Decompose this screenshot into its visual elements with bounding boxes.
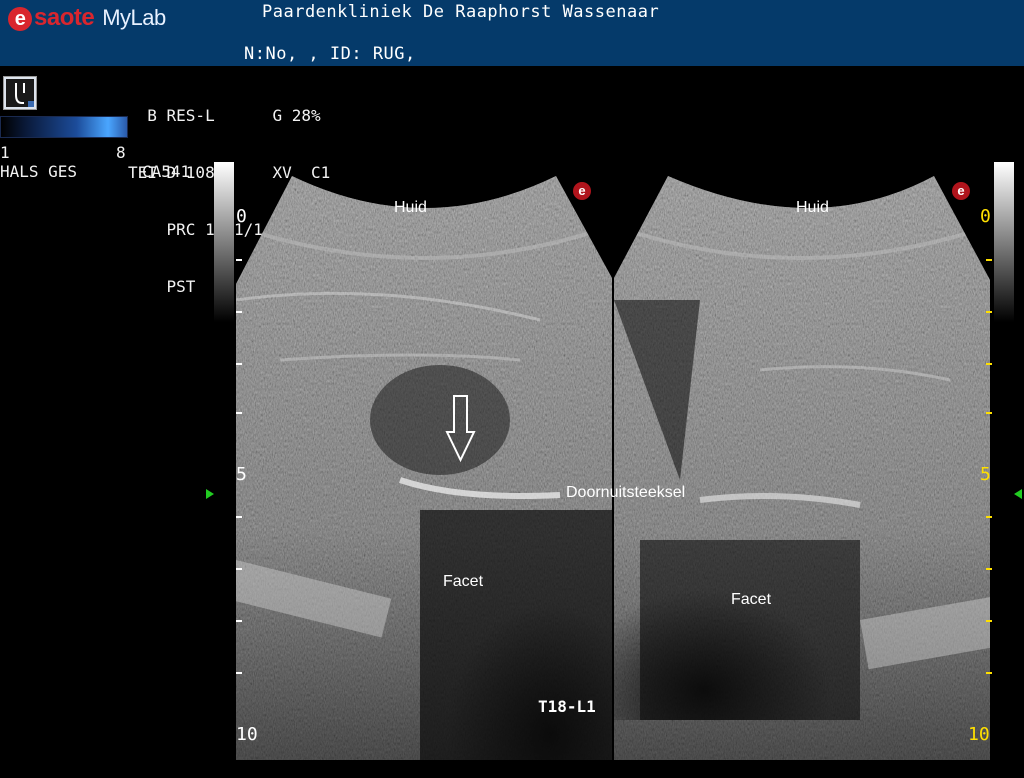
depth-right-5: 5 — [980, 464, 991, 485]
orientation-mark-right-icon: e — [952, 182, 970, 200]
annotation-facet-right: Facet — [731, 591, 772, 608]
ultrasound-dual-image — [236, 176, 990, 760]
depth-left-0: 0 — [236, 206, 247, 227]
orientation-mark-left-icon: e — [573, 182, 591, 200]
gray-bar-left — [214, 162, 234, 322]
annotation-facet-left: Facet — [443, 573, 484, 590]
annotation-level: T18-L1 — [538, 697, 596, 716]
depth-left-10: 10 — [236, 724, 258, 745]
focus-marker-left-icon — [206, 489, 214, 499]
right-sector — [614, 176, 990, 760]
depth-left-5: 5 — [236, 464, 247, 485]
annotation-doornuitsteeksel: Doornuitsteeksel — [566, 484, 686, 501]
depth-right-10: 10 — [968, 724, 990, 745]
annotation-huid-right: Huid — [796, 199, 829, 216]
depth-right-0: 0 — [980, 206, 991, 227]
annotation-huid-left: Huid — [394, 199, 427, 216]
gray-bar-right — [994, 162, 1014, 322]
left-sector — [236, 176, 612, 760]
focus-marker-right-icon — [1014, 489, 1022, 499]
